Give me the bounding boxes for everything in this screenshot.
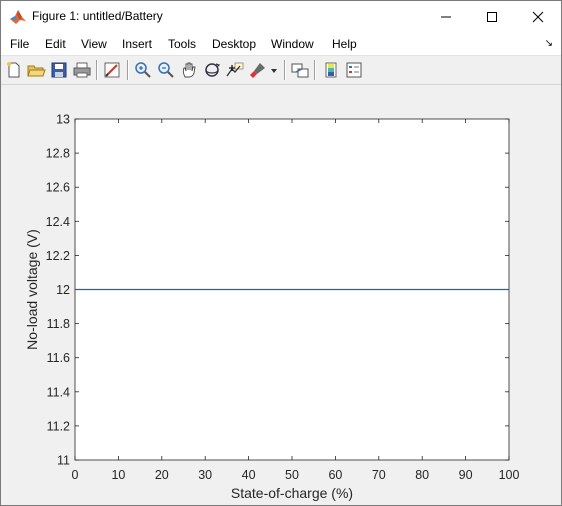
link-plot-icon[interactable] <box>290 60 310 80</box>
menu-view[interactable]: View <box>81 37 107 51</box>
x-tick-label: 70 <box>372 468 386 482</box>
y-tick-label: 11.2 <box>47 419 70 433</box>
maximize-icon <box>487 12 497 22</box>
x-tick-label: 30 <box>198 468 212 482</box>
menu-desktop[interactable]: Desktop <box>212 37 256 51</box>
menu-tools[interactable]: Tools <box>168 37 196 51</box>
menu-file[interactable]: File <box>10 37 29 51</box>
figure-window: Figure 1: untitled/Battery File Edit Vie… <box>0 0 562 506</box>
x-tick-label: 10 <box>111 468 125 482</box>
x-tick-label: 0 <box>72 468 79 482</box>
y-axis-label: No-load voltage (V) <box>24 229 40 350</box>
data-cursor-icon[interactable] <box>225 60 245 80</box>
pan-icon[interactable] <box>179 60 199 80</box>
y-tick-label: 11.4 <box>47 385 70 399</box>
menu-insert[interactable]: Insert <box>122 37 152 51</box>
y-tick-label: 13 <box>56 113 70 127</box>
x-tick-label: 100 <box>499 468 520 482</box>
colorbar-icon[interactable] <box>321 60 341 80</box>
x-tick-label: 60 <box>328 468 342 482</box>
dock-arrow-icon[interactable]: ↘ <box>545 38 553 49</box>
rotate-3d-icon[interactable] <box>202 60 222 80</box>
x-axis-label: State-of-charge (%) <box>231 485 353 501</box>
minimize-button[interactable] <box>423 1 469 33</box>
open-file-icon[interactable] <box>26 60 46 80</box>
brush-icon[interactable] <box>248 60 268 80</box>
toolbar-separator <box>127 60 129 80</box>
y-tick-label: 12.2 <box>46 249 70 263</box>
zoom-out-icon[interactable] <box>156 60 176 80</box>
toolbar-separator <box>314 60 316 80</box>
x-tick-label: 90 <box>459 468 473 482</box>
y-tick-label: 11.8 <box>47 317 70 331</box>
y-tick-label: 11 <box>57 454 70 468</box>
title-bar[interactable]: Figure 1: untitled/Battery <box>1 1 561 33</box>
save-icon[interactable] <box>49 60 69 80</box>
menu-window[interactable]: Window <box>271 37 314 51</box>
print-icon[interactable] <box>72 60 92 80</box>
x-tick-label: 40 <box>242 468 256 482</box>
y-tick-label: 12 <box>56 283 70 297</box>
zoom-in-icon[interactable] <box>133 60 153 80</box>
y-tick-label: 12.4 <box>46 215 70 229</box>
figure-canvas[interactable]: 0 10 20 30 40 50 60 70 80 90 100 11 11.2 11.4 11.6 11.… <box>1 85 561 505</box>
toolbar-separator <box>284 60 286 80</box>
close-button[interactable] <box>515 1 561 33</box>
matlab-logo-icon <box>9 8 27 26</box>
window-title: Figure 1: untitled/Battery <box>32 9 163 23</box>
line-chart[interactable]: 0 10 20 30 40 50 60 70 80 90 100 11 11.2 11.4 11.6 11.… <box>1 85 561 505</box>
y-tick-label: 12.6 <box>46 181 70 195</box>
toolbar-separator <box>96 60 98 80</box>
menu-edit[interactable]: Edit <box>45 37 66 51</box>
maximize-button[interactable] <box>469 1 515 33</box>
x-tick-label: 20 <box>155 468 169 482</box>
y-tick-label: 11.6 <box>47 351 70 365</box>
legend-icon[interactable] <box>344 60 364 80</box>
new-figure-icon[interactable] <box>4 60 24 80</box>
menu-bar: File Edit View Insert Tools Desktop Wind… <box>1 33 561 56</box>
menu-help[interactable]: Help <box>332 37 357 51</box>
y-tick-label: 12.8 <box>46 147 70 161</box>
edit-plot-icon[interactable] <box>102 60 122 80</box>
x-tick-label: 80 <box>415 468 429 482</box>
brush-dropdown-icon[interactable] <box>269 60 279 80</box>
figure-toolbar <box>1 56 561 85</box>
x-tick-label: 50 <box>285 468 299 482</box>
close-icon <box>532 11 544 23</box>
minimize-icon <box>441 16 451 18</box>
